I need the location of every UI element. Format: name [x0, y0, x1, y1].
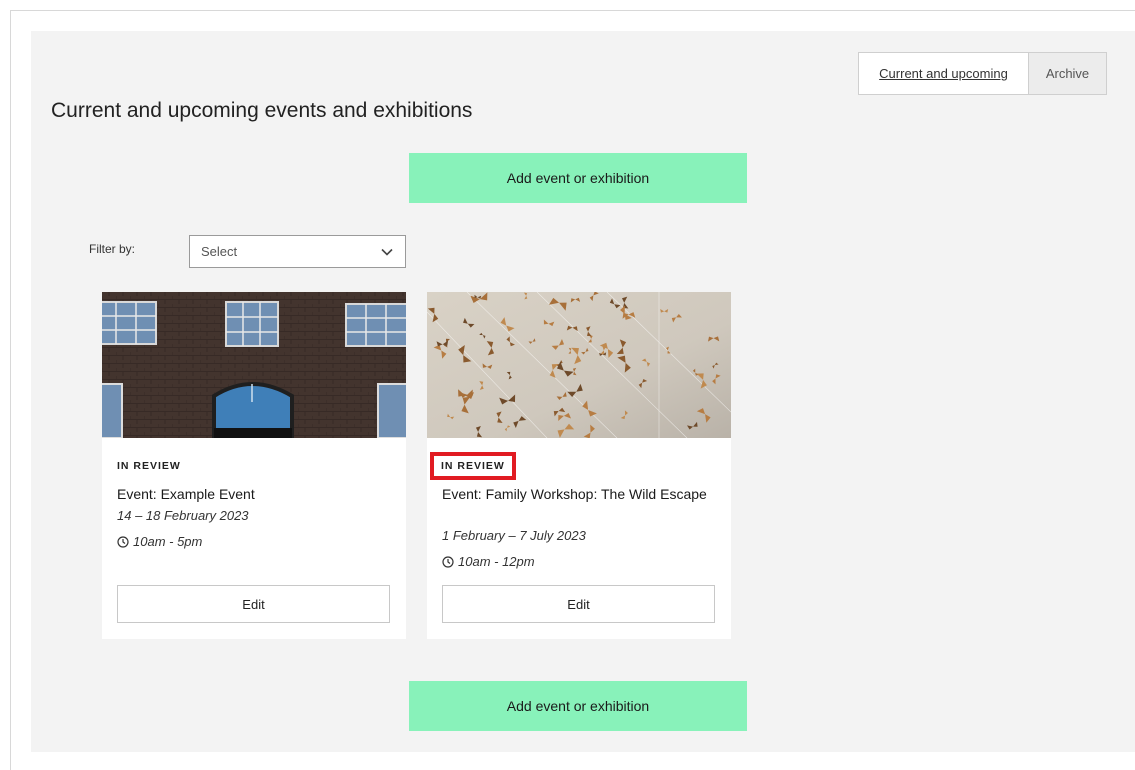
- filter-select-value: Select: [201, 244, 238, 259]
- event-time-text: 10am - 12pm: [458, 554, 535, 569]
- tab-current-and-upcoming[interactable]: Current and upcoming: [859, 53, 1029, 94]
- page-title: Current and upcoming events and exhibiti…: [51, 99, 473, 122]
- chevron-down-icon: [381, 248, 393, 256]
- event-time-text: 10am - 5pm: [133, 534, 203, 549]
- clock-icon: [117, 535, 129, 548]
- clock-icon: [442, 555, 454, 568]
- view-toggle: Current and upcoming Archive: [858, 52, 1107, 95]
- event-time: 10am - 5pm: [117, 534, 202, 549]
- event-title: Event: Example Event: [117, 486, 255, 502]
- status-badge-highlighted: IN REVIEW: [430, 452, 516, 480]
- event-card: IN REVIEW Event: Example Event 14 – 18 F…: [102, 292, 406, 639]
- event-dates: 14 – 18 February 2023: [117, 508, 249, 523]
- filter-label: Filter by:: [89, 242, 136, 256]
- filter-select[interactable]: Select: [189, 235, 406, 268]
- status-badge: IN REVIEW: [117, 460, 181, 472]
- event-card: IN REVIEW Event: Family Workshop: The Wi…: [427, 292, 731, 639]
- tab-archive[interactable]: Archive: [1029, 53, 1106, 94]
- event-time: 10am - 12pm: [442, 554, 535, 569]
- add-event-button-top[interactable]: Add event or exhibition: [409, 153, 747, 203]
- edit-button[interactable]: Edit: [117, 585, 390, 623]
- event-dates: 1 February – 7 July 2023: [442, 528, 586, 543]
- edit-button[interactable]: Edit: [442, 585, 715, 623]
- moths-installation-photo: [427, 292, 731, 438]
- brick-building-photo: [102, 292, 406, 438]
- event-title: Event: Family Workshop: The Wild Escape: [442, 486, 707, 502]
- add-event-button-bottom[interactable]: Add event or exhibition: [409, 681, 747, 731]
